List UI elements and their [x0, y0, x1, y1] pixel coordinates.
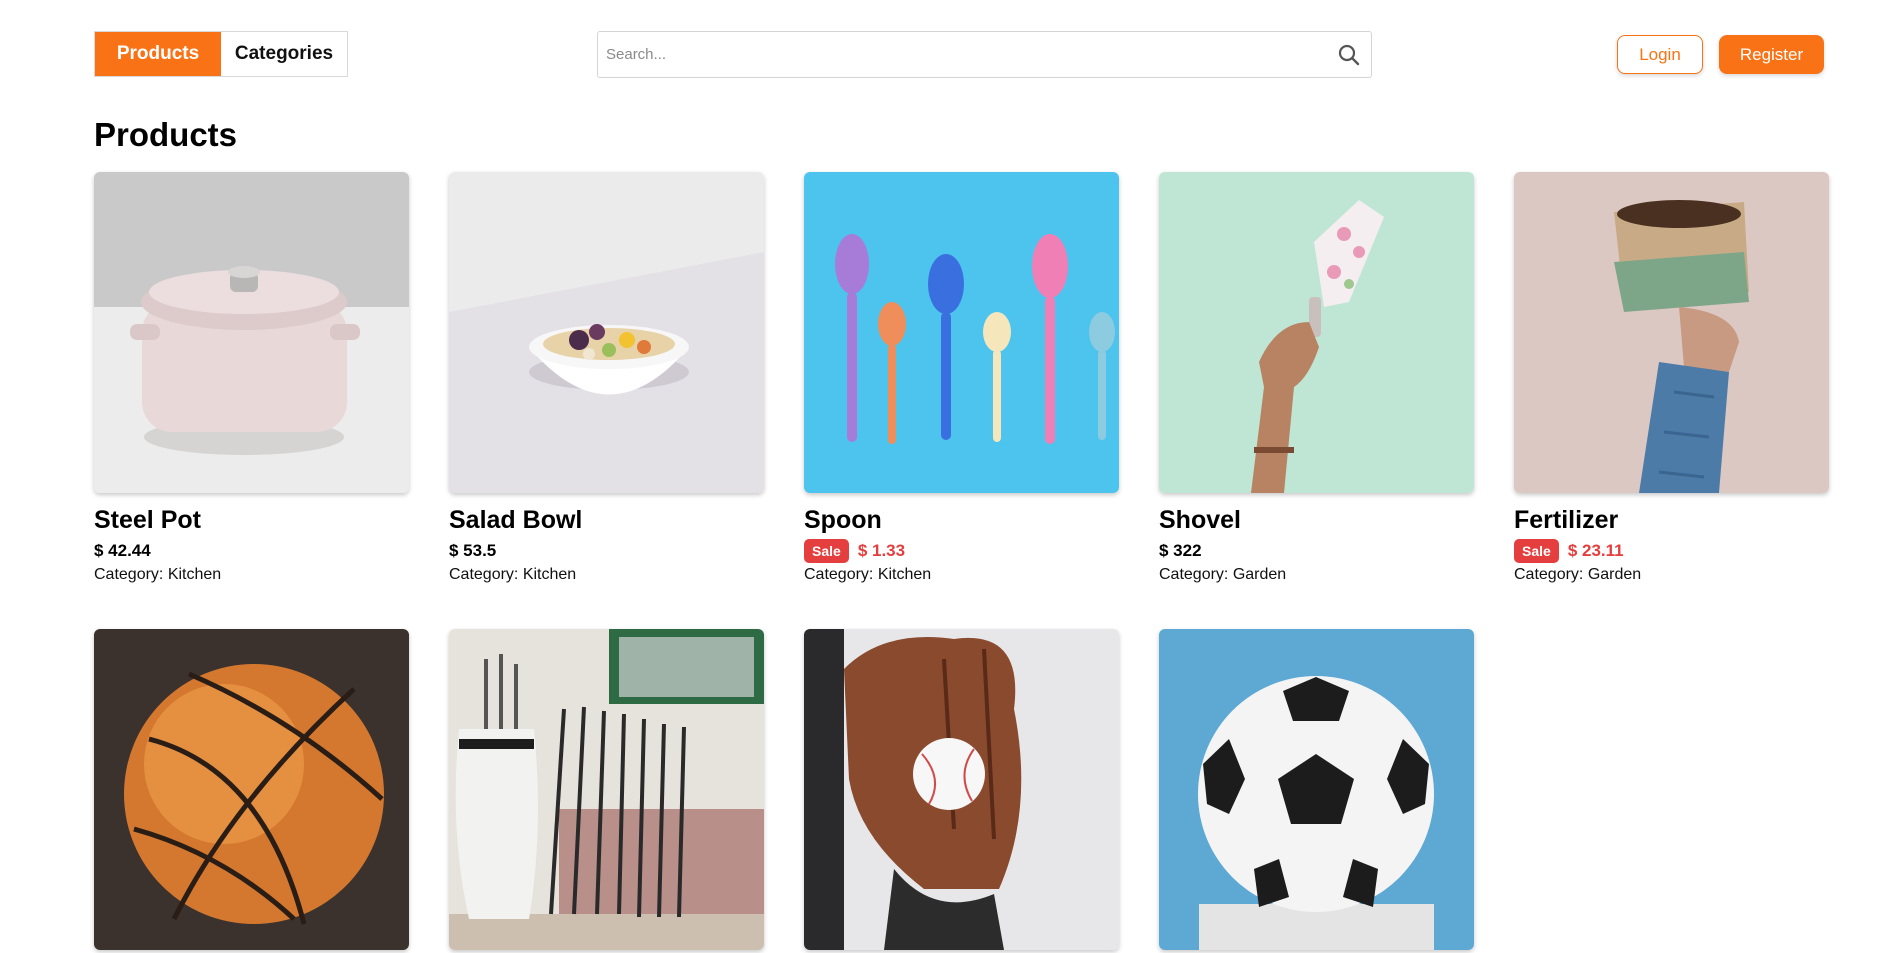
product-card[interactable]: Fertilizer Sale $ 23.11 Category: Garden: [1514, 172, 1829, 584]
price-row: Sale $ 23.11: [1514, 539, 1829, 563]
tab-categories[interactable]: Categories: [221, 32, 347, 76]
tab-products[interactable]: Products: [95, 32, 221, 76]
product-price: $ 23.11: [1567, 541, 1624, 560]
product-image[interactable]: [1514, 172, 1829, 493]
product-category: Category: Garden: [1159, 566, 1287, 583]
product-category: Category: Kitchen: [94, 566, 222, 583]
product-name[interactable]: Salad Bowl: [449, 505, 764, 535]
product-price: $ 53.5: [449, 541, 497, 560]
product-card[interactable]: Spoon Sale $ 1.33 Category: Kitchen: [804, 172, 1119, 584]
product-card[interactable]: Steel Pot $ 42.44 Category: Kitchen: [94, 172, 409, 584]
product-price: $ 322: [1159, 541, 1202, 560]
search-input[interactable]: [606, 32, 1326, 77]
page-title: Products: [94, 116, 238, 153]
product-image[interactable]: [449, 172, 764, 493]
product-card[interactable]: [1159, 629, 1474, 950]
top-bar: Products Categories Login Register: [94, 31, 1824, 79]
product-card[interactable]: [94, 629, 409, 950]
price-row: $ 322: [1159, 539, 1474, 563]
search-icon[interactable]: [1337, 43, 1361, 67]
product-image[interactable]: [94, 629, 409, 950]
product-image[interactable]: [1159, 172, 1474, 493]
product-price: $ 42.44: [94, 541, 151, 560]
product-card[interactable]: [449, 629, 764, 950]
sale-badge: Sale: [804, 539, 849, 563]
product-name[interactable]: Steel Pot: [94, 505, 409, 535]
product-category: Category: Kitchen: [804, 566, 932, 583]
price-row: Sale $ 1.33: [804, 539, 1119, 563]
sale-badge: Sale: [1514, 539, 1559, 563]
product-image[interactable]: [804, 172, 1119, 493]
product-name[interactable]: Spoon: [804, 505, 1119, 535]
product-image[interactable]: [94, 172, 409, 493]
price-row: $ 42.44: [94, 539, 409, 563]
search-box: [597, 31, 1372, 78]
product-category: Category: Garden: [1514, 566, 1642, 583]
product-image[interactable]: [1159, 629, 1474, 950]
product-price: $ 1.33: [857, 541, 906, 560]
nav-tabs: Products Categories: [94, 31, 348, 77]
product-card[interactable]: Salad Bowl $ 53.5 Category: Kitchen: [449, 172, 764, 584]
login-button[interactable]: Login: [1617, 35, 1703, 74]
price-row: $ 53.5: [449, 539, 764, 563]
product-name[interactable]: Shovel: [1159, 505, 1474, 535]
register-button[interactable]: Register: [1719, 35, 1824, 74]
product-image[interactable]: [449, 629, 764, 950]
product-name[interactable]: Fertilizer: [1514, 505, 1829, 535]
product-category: Category: Kitchen: [449, 566, 577, 583]
product-card[interactable]: Shovel $ 322 Category: Garden: [1159, 172, 1474, 584]
product-image[interactable]: [804, 629, 1119, 950]
product-card[interactable]: [804, 629, 1119, 950]
